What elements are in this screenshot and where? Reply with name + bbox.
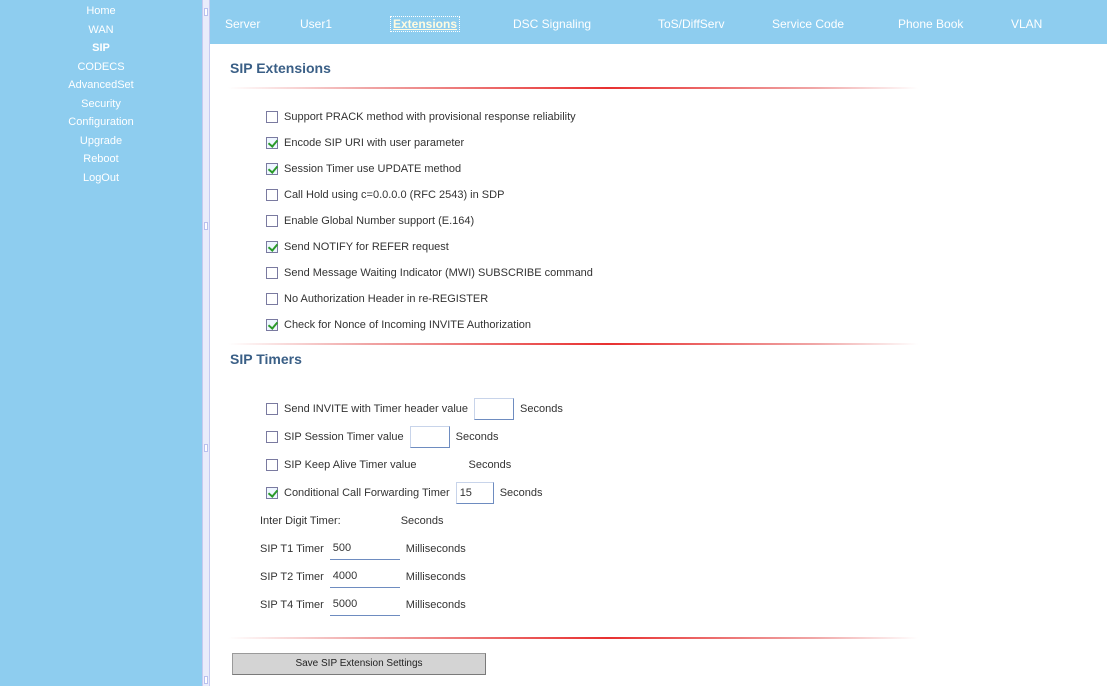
option-global-number: Enable Global Number support (E.164) bbox=[266, 213, 474, 229]
session-timer-input[interactable] bbox=[409, 426, 450, 448]
frame-scrollbar[interactable] bbox=[202, 0, 210, 686]
nav-item-reboot[interactable]: Reboot bbox=[0, 150, 202, 169]
nav-item-upgrade[interactable]: Upgrade bbox=[0, 132, 202, 151]
t2-input[interactable]: 4000 bbox=[329, 566, 400, 588]
min-se-input[interactable] bbox=[474, 398, 515, 420]
option-no-auth-header: No Authorization Header in re-REGISTER bbox=[266, 291, 488, 307]
option-label: Support PRACK method with provisional re… bbox=[284, 111, 576, 123]
option-label: No Authorization Header in re-REGISTER bbox=[284, 293, 489, 305]
t4-label: SIP T4 Timer bbox=[260, 599, 324, 611]
section-divider bbox=[228, 637, 918, 639]
unit-label: Milliseconds bbox=[405, 543, 466, 555]
keep-alive-checkbox[interactable] bbox=[266, 459, 278, 471]
option-call-hold: Call Hold using c=0.0.0.0 (RFC 2543) in … bbox=[266, 187, 504, 203]
option-label: Send NOTIFY for REFER request bbox=[284, 241, 449, 253]
tab-vlan[interactable]: VLAN bbox=[1011, 17, 1042, 31]
scrollbar-grip-icon[interactable] bbox=[204, 444, 208, 452]
option-label: Call Hold using c=0.0.0.0 (RFC 2543) in … bbox=[284, 189, 505, 201]
t1-input[interactable]: 500 bbox=[329, 538, 400, 560]
unit-label: Seconds bbox=[499, 487, 543, 499]
nav-item-sip[interactable]: SIP bbox=[0, 39, 202, 58]
option-label: SIP Session Timer value bbox=[284, 431, 404, 443]
unit-label: Milliseconds bbox=[405, 571, 466, 583]
section-title-extensions: SIP Extensions bbox=[230, 60, 331, 76]
app-window: Home WAN SIP CODECS AdvancedSet Security… bbox=[0, 0, 1107, 686]
option-nonce-check: Check for Nonce of Incoming INVITE Autho… bbox=[266, 317, 531, 333]
global-number-checkbox[interactable] bbox=[266, 215, 278, 227]
section-divider bbox=[228, 87, 918, 89]
nonce-check-checkbox[interactable] bbox=[266, 319, 278, 331]
cond-forward-input[interactable]: 15 bbox=[455, 482, 494, 504]
option-prack: Support PRACK method with provisional re… bbox=[266, 109, 576, 125]
tab-server[interactable]: Server bbox=[225, 17, 260, 31]
tab-tos-diffserv[interactable]: ToS/DiffServ bbox=[658, 17, 724, 31]
left-nav: Home WAN SIP CODECS AdvancedSet Security… bbox=[0, 0, 202, 686]
session-update-checkbox[interactable] bbox=[266, 163, 278, 175]
nav-item-configuration[interactable]: Configuration bbox=[0, 113, 202, 132]
option-keep-alive: SIP Keep Alive Timer value Seconds bbox=[266, 454, 512, 476]
call-hold-checkbox[interactable] bbox=[266, 189, 278, 201]
option-mwi: Send Message Waiting Indicator (MWI) SUB… bbox=[266, 265, 593, 281]
section-title-timers: SIP Timers bbox=[230, 351, 302, 367]
row-t2: SIP T2 Timer 4000 Milliseconds bbox=[260, 566, 466, 588]
scrollbar-track[interactable] bbox=[203, 0, 209, 686]
row-t1: SIP T1 Timer 500 Milliseconds bbox=[260, 538, 466, 560]
option-notify-refer: Send NOTIFY for REFER request bbox=[266, 239, 449, 255]
encode-uri-checkbox[interactable] bbox=[266, 137, 278, 149]
option-session-update: Session Timer use UPDATE method bbox=[266, 161, 461, 177]
option-label: Conditional Call Forwarding Timer bbox=[284, 487, 450, 499]
row-t4: SIP T4 Timer 5000 Milliseconds bbox=[260, 594, 466, 616]
nav-item-logout[interactable]: LogOut bbox=[0, 169, 202, 188]
inter-digit-label: Inter Digit Timer: bbox=[260, 515, 341, 527]
save-settings-button[interactable]: Save SIP Extension Settings bbox=[232, 653, 486, 675]
option-label: Session Timer use UPDATE method bbox=[284, 163, 462, 175]
unit-label: Milliseconds bbox=[405, 599, 466, 611]
tab-user1[interactable]: User1 bbox=[300, 17, 332, 31]
nav-item-codecs[interactable]: CODECS bbox=[0, 58, 202, 77]
option-label: Send INVITE with Timer header value bbox=[284, 403, 469, 415]
nav-item-wan[interactable]: WAN bbox=[0, 21, 202, 40]
main-content: SIP Extensions Support PRACK method with… bbox=[218, 44, 1107, 686]
mwi-checkbox[interactable] bbox=[266, 267, 278, 279]
tab-service-code[interactable]: Service Code bbox=[772, 17, 844, 31]
unit-label: Seconds bbox=[468, 459, 512, 471]
option-label: Encode SIP URI with user parameter bbox=[284, 137, 465, 149]
nav-item-security[interactable]: Security bbox=[0, 95, 202, 114]
tab-bar: Server User1 Extensions DSC Signaling To… bbox=[210, 0, 1107, 44]
option-label: Check for Nonce of Incoming INVITE Autho… bbox=[284, 319, 532, 331]
option-min-se: Send INVITE with Timer header value Seco… bbox=[266, 398, 563, 420]
tab-extensions[interactable]: Extensions bbox=[390, 16, 461, 32]
unit-label: Seconds bbox=[455, 431, 499, 443]
nav-list: Home WAN SIP CODECS AdvancedSet Security… bbox=[0, 0, 202, 187]
nav-item-advancedset[interactable]: AdvancedSet bbox=[0, 76, 202, 95]
t4-input[interactable]: 5000 bbox=[329, 594, 400, 616]
session-timer-checkbox[interactable] bbox=[266, 431, 278, 443]
row-inter-digit: Inter Digit Timer: Seconds bbox=[260, 510, 444, 532]
t1-label: SIP T1 Timer bbox=[260, 543, 324, 555]
option-cond-forward: Conditional Call Forwarding Timer 15 Sec… bbox=[266, 482, 543, 504]
inter-digit-input[interactable] bbox=[350, 510, 395, 532]
cond-forward-checkbox[interactable] bbox=[266, 487, 278, 499]
min-se-checkbox[interactable] bbox=[266, 403, 278, 415]
notify-refer-checkbox[interactable] bbox=[266, 241, 278, 253]
scrollbar-grip-icon[interactable] bbox=[204, 8, 208, 16]
option-label: SIP Keep Alive Timer value bbox=[284, 459, 417, 471]
option-session-timer: SIP Session Timer value Seconds bbox=[266, 426, 499, 448]
tab-phone-book[interactable]: Phone Book bbox=[898, 17, 963, 31]
t2-label: SIP T2 Timer bbox=[260, 571, 324, 583]
tab-dsc-signaling[interactable]: DSC Signaling bbox=[513, 17, 591, 31]
scrollbar-grip-icon[interactable] bbox=[204, 676, 208, 684]
keep-alive-input[interactable] bbox=[422, 454, 463, 476]
unit-label: Seconds bbox=[520, 403, 563, 415]
option-label: Send Message Waiting Indicator (MWI) SUB… bbox=[284, 267, 593, 279]
section-divider bbox=[228, 343, 918, 345]
scrollbar-grip-icon[interactable] bbox=[204, 222, 208, 230]
option-label: Enable Global Number support (E.164) bbox=[284, 215, 475, 227]
option-encode-uri: Encode SIP URI with user parameter bbox=[266, 135, 464, 151]
no-auth-header-checkbox[interactable] bbox=[266, 293, 278, 305]
unit-label: Seconds bbox=[400, 515, 444, 527]
prack-checkbox[interactable] bbox=[266, 111, 278, 123]
nav-item-home[interactable]: Home bbox=[0, 2, 202, 21]
